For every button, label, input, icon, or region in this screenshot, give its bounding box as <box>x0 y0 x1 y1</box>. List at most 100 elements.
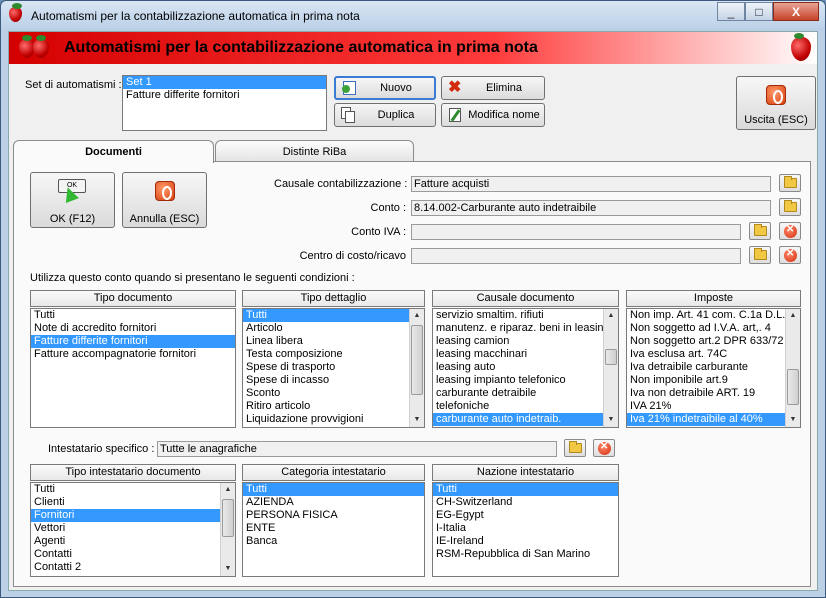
centro-label: Centro di costo/ricavo <box>299 250 406 262</box>
list-item[interactable]: AZIENDA <box>243 496 424 509</box>
causale-field[interactable]: Fatture acquisti <box>411 176 771 192</box>
modifica-nome-button[interactable]: Modifica nome <box>441 103 545 127</box>
causale-browse-button[interactable] <box>779 174 801 192</box>
list-item[interactable]: Contatti <box>31 548 220 561</box>
window-title: Automatismi per la contabilizzazione aut… <box>31 9 360 23</box>
centro-browse-button[interactable] <box>749 246 771 264</box>
title-bar[interactable]: Automatismi per la contabilizzazione aut… <box>1 1 825 31</box>
intestatario-browse-button[interactable] <box>564 439 586 457</box>
list-item[interactable]: Tutti <box>243 309 409 322</box>
nuovo-button[interactable]: Nuovo <box>334 76 436 100</box>
list-item[interactable]: Tutti <box>31 309 235 322</box>
list-item[interactable]: leasing camion <box>433 335 603 348</box>
list-item[interactable]: Iva non detraibile ART. 19 <box>627 387 785 400</box>
categoria-intestatario-list[interactable]: Tutti AZIENDA PERSONA FISICA ENTE Banca <box>242 482 425 577</box>
conto-iva-field[interactable] <box>411 224 741 240</box>
list-item[interactable]: Spese di incasso <box>243 374 409 387</box>
list-item[interactable]: CH-Switzerland <box>433 496 618 509</box>
conto-iva-browse-button[interactable] <box>749 222 771 240</box>
list-item[interactable]: Note di accredito fornitori <box>31 322 235 335</box>
centro-clear-button[interactable] <box>779 246 801 264</box>
set-item[interactable]: Fatture differite fornitori <box>123 89 326 102</box>
tab-distinte-riba[interactable]: Distinte RiBa <box>215 140 414 162</box>
list-item[interactable]: leasing impianto telefonico <box>433 374 603 387</box>
conto-browse-button[interactable] <box>779 198 801 216</box>
elimina-button[interactable]: ✖ Elimina <box>441 76 545 100</box>
list-item[interactable]: Liquidazione provvigioni <box>243 413 409 426</box>
intestatario-clear-button[interactable] <box>593 439 615 457</box>
causale-documento-header: Causale documento <box>432 290 619 307</box>
list-item[interactable]: Iva esclusa art. 74C <box>627 348 785 361</box>
list-item[interactable]: I-Italia <box>433 522 618 535</box>
list-item[interactable]: Ritiro articolo <box>243 400 409 413</box>
list-item[interactable]: Non soggetto ad I.V.A. art,. 4 <box>627 322 785 335</box>
list-item[interactable]: Banca <box>243 535 424 548</box>
list-item[interactable]: IVA 21% <box>627 400 785 413</box>
intestatario-field[interactable]: Tutte le anagrafiche <box>157 441 557 457</box>
imposte-header: Imposte <box>626 290 801 307</box>
set-item[interactable]: Set 1 <box>123 76 326 89</box>
tipo-dettaglio-scrollbar[interactable]: ▲ ▼ <box>409 309 424 427</box>
list-item[interactable]: Non imponibile art.9 <box>627 374 785 387</box>
list-item[interactable]: servizio smaltim. rifiuti <box>433 309 603 322</box>
list-item[interactable]: Non soggetto art.2 DPR 633/72 <box>627 335 785 348</box>
uscita-button[interactable]: Uscita (ESC) <box>736 76 816 130</box>
list-item[interactable]: manutenz. e riparaz. beni in leasing <box>433 322 610 335</box>
causale-documento-list[interactable]: servizio smaltim. rifiuti manutenz. e rip… <box>432 308 619 428</box>
tipo-intestatario-scrollbar[interactable]: ▲ ▼ <box>220 483 235 576</box>
client-area: Automatismi per la contabilizzazione aut… <box>8 31 818 591</box>
list-item[interactable]: ENTE <box>243 522 424 535</box>
list-item[interactable]: carburante detraibile <box>433 387 603 400</box>
list-item[interactable]: Sconto <box>243 387 409 400</box>
list-item[interactable]: Tutti <box>433 483 618 496</box>
tipo-dettaglio-list[interactable]: Tutti Articolo Linea libera Testa composizi… <box>242 308 425 428</box>
tipo-documento-header: Tipo documento <box>30 290 236 307</box>
list-item[interactable]: Tutti <box>243 483 424 496</box>
tipo-documento-list[interactable]: Tutti Note di accredito fornitori Fatture … <box>30 308 236 428</box>
list-item[interactable]: Agenti <box>31 535 220 548</box>
nazione-intestatario-list[interactable]: Tutti CH-Switzerland EG-Egypt I-Italia IE-Ir… <box>432 482 619 577</box>
list-item[interactable]: Spese di trasporto <box>243 361 409 374</box>
list-item[interactable]: Non imp. Art. 41 com. C.1a D.L. <box>627 309 785 322</box>
list-item[interactable]: Fatture differite fornitori <box>31 335 235 348</box>
minimize-button[interactable]: _ <box>717 2 745 21</box>
list-item[interactable]: Linea libera <box>243 335 409 348</box>
list-item[interactable]: Fornitori <box>31 509 220 522</box>
app-strawberry-icon <box>9 3 22 22</box>
duplica-button[interactable]: Duplica <box>334 103 436 127</box>
list-item[interactable]: carburante auto indetraib. <box>433 413 603 426</box>
list-item[interactable]: Clienti <box>31 496 220 509</box>
conto-iva-clear-button[interactable] <box>779 222 801 240</box>
annulla-button[interactable]: Annulla (ESC) <box>122 172 207 228</box>
conto-field[interactable]: 8.14.002-Carburante auto indetraibile <box>411 200 771 216</box>
list-item[interactable]: Contatti 2 <box>31 561 220 574</box>
tipo-intestatario-header: Tipo intestatario documento <box>30 464 236 481</box>
list-item[interactable]: Articolo <box>243 322 409 335</box>
set-listbox[interactable]: Set 1 Fatture differite fornitori <box>122 75 327 131</box>
tab-documenti[interactable]: Documenti <box>13 140 214 163</box>
list-item[interactable]: IE-Ireland <box>433 535 618 548</box>
close-button[interactable]: X <box>773 2 819 21</box>
list-item[interactable]: Iva detraibile carburante <box>627 361 785 374</box>
list-item[interactable]: Vettori <box>31 522 220 535</box>
list-item[interactable]: Fatture accompagnatorie fornitori <box>31 348 235 361</box>
centro-field[interactable] <box>411 248 741 264</box>
list-item[interactable]: PERSONA FISICA <box>243 509 424 522</box>
list-item[interactable]: leasing auto <box>433 361 603 374</box>
duplica-label: Duplica <box>377 109 415 121</box>
imposte-scrollbar[interactable]: ▲ ▼ <box>785 309 800 427</box>
list-item[interactable]: leasing macchinari <box>433 348 603 361</box>
tipo-intestatario-list[interactable]: Tutti Clienti Fornitori Vettori Agenti Contat… <box>30 482 236 577</box>
header-banner: Automatismi per la contabilizzazione aut… <box>9 32 817 64</box>
ok-button[interactable]: OK OK (F12) <box>30 172 115 228</box>
imposte-list[interactable]: Non imp. Art. 41 com. C.1a D.L. Non sogge… <box>626 308 801 428</box>
list-item[interactable]: Tutti <box>31 483 220 496</box>
list-item[interactable]: telefoniche <box>433 400 603 413</box>
list-item[interactable]: RSM-Repubblica di San Marino <box>433 548 618 561</box>
list-item[interactable]: Iva 21% indetraibile al 40% <box>627 413 785 426</box>
uscita-label: Uscita (ESC) <box>744 114 808 126</box>
list-item[interactable]: Testa composizione <box>243 348 409 361</box>
maximize-button[interactable]: □ <box>745 2 773 21</box>
list-item[interactable]: EG-Egypt <box>433 509 618 522</box>
causale-documento-scrollbar[interactable]: ▲ ▼ <box>603 309 618 427</box>
